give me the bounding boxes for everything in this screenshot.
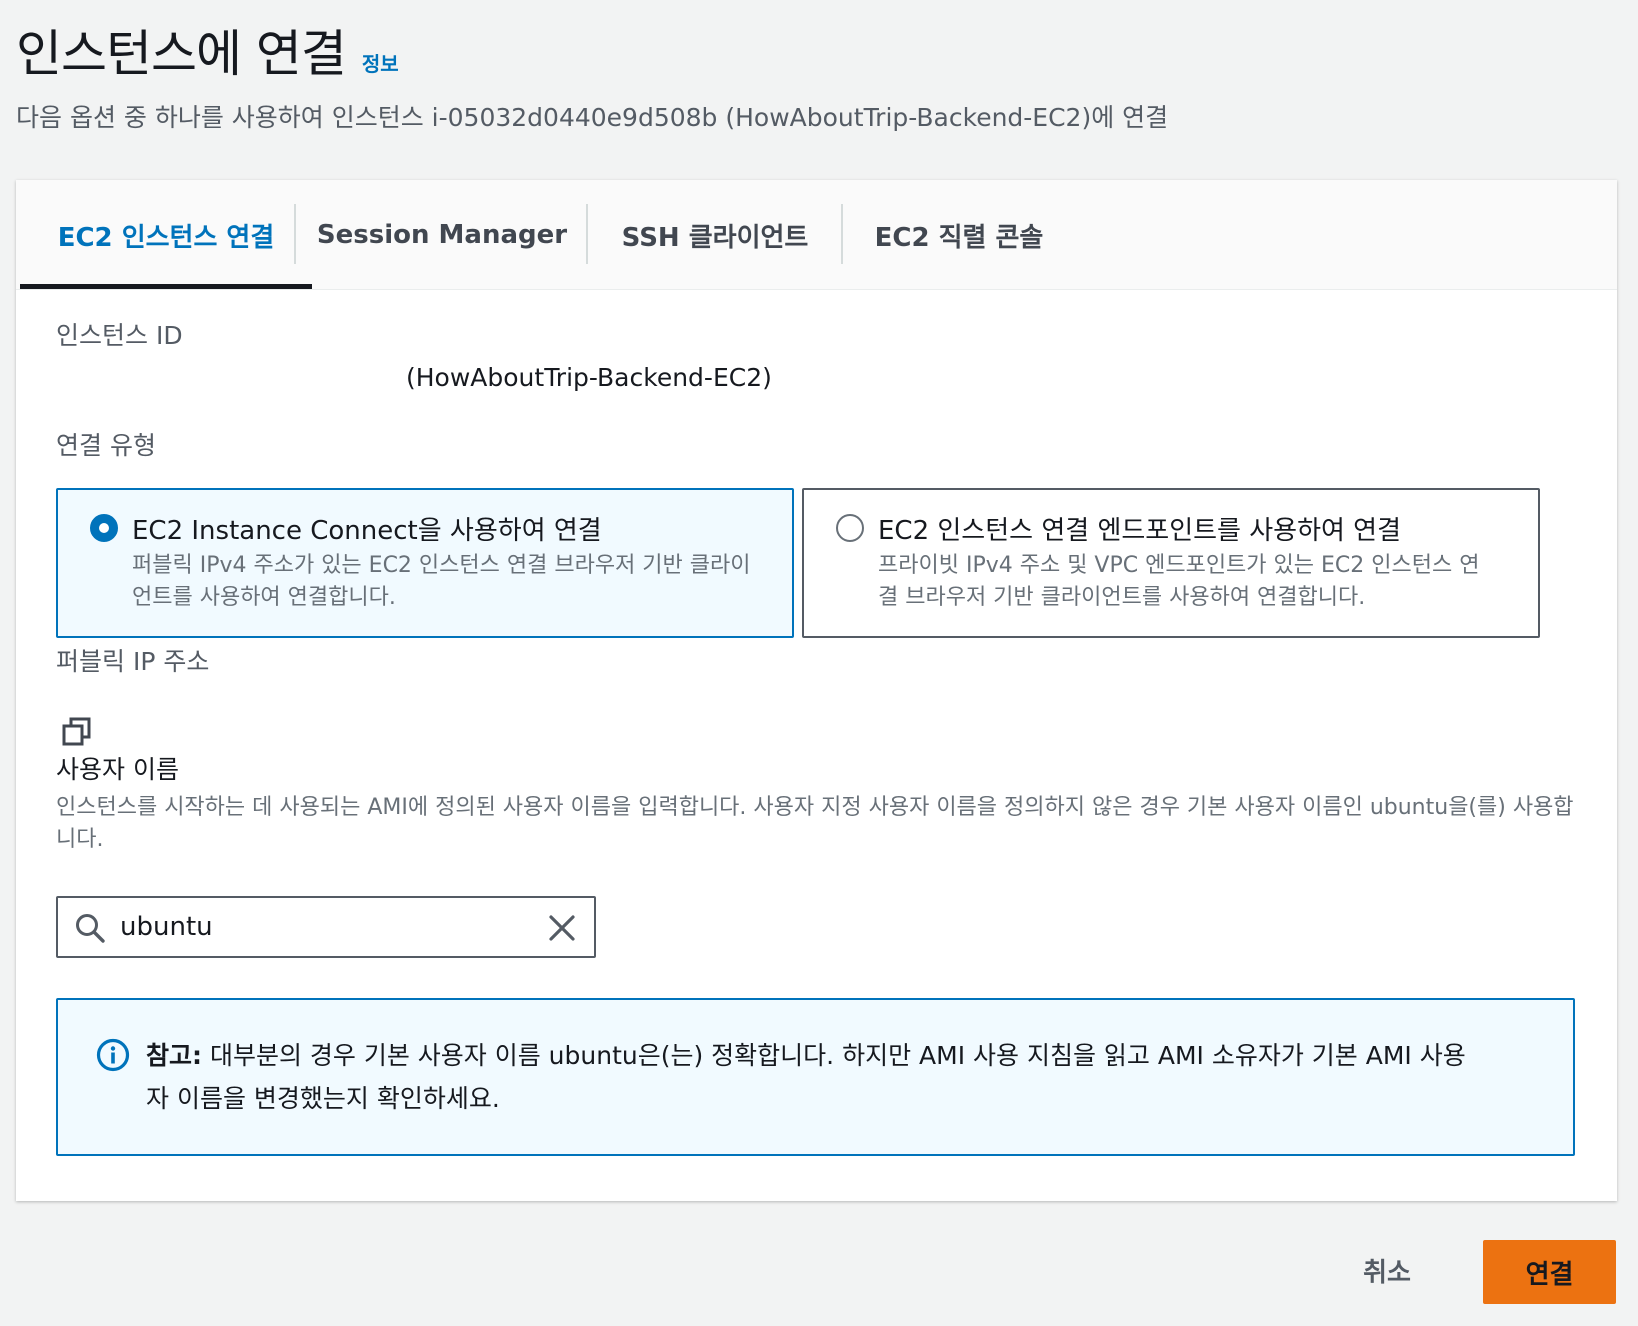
page-header: 인스턴스에 연결 정보 (16, 14, 399, 86)
username-label: 사용자 이름 (56, 755, 179, 784)
tab-bar: EC2 인스턴스 연결 Session Manager SSH 클라이언트 EC… (16, 180, 1617, 290)
close-icon[interactable] (548, 914, 576, 942)
instance-id-label: 인스턴스 ID (56, 321, 183, 350)
tab-ssh-client[interactable]: SSH 클라이언트 (588, 180, 842, 290)
option-title: EC2 Instance Connect을 사용하여 연결 (132, 516, 602, 546)
tab-divider (841, 204, 843, 264)
radio-button[interactable] (90, 514, 118, 542)
username-input[interactable] (120, 904, 520, 950)
cancel-button[interactable]: 취소 (1332, 1240, 1442, 1300)
connect-card: EC2 인스턴스 연결 Session Manager SSH 클라이언트 EC… (16, 180, 1617, 1201)
radio-button[interactable] (836, 514, 864, 542)
connect-button[interactable]: 연결 (1483, 1240, 1616, 1304)
search-icon (76, 914, 105, 943)
copy-icon[interactable] (60, 715, 94, 749)
page-subtitle: 다음 옵션 중 하나를 사용하여 인스턴스 i-05032d0440e9d508… (16, 103, 1169, 132)
tab-ec2-instance-connect[interactable]: EC2 인스턴스 연결 (20, 180, 312, 290)
page: 인스턴스에 연결 정보 다음 옵션 중 하나를 사용하여 인스턴스 i-0503… (0, 0, 1638, 1326)
tab-divider (294, 204, 296, 264)
info-link[interactable]: 정보 (362, 48, 399, 77)
alert-body: 대부분의 경우 기본 사용자 이름 ubuntu은(는) 정확합니다. 하지만 … (146, 1041, 1466, 1113)
connection-option-endpoint[interactable]: EC2 인스턴스 연결 엔드포인트를 사용하여 연결 프라이빗 IPv4 주소 … (802, 488, 1540, 638)
option-description: 퍼블릭 IPv4 주소가 있는 EC2 인스턴스 연결 브라우저 기반 클라이언… (132, 553, 751, 610)
active-tab-indicator (20, 284, 312, 289)
alert-strong: 참고: (146, 1041, 202, 1070)
username-input-wrapper[interactable] (56, 896, 596, 958)
info-icon (96, 1038, 130, 1072)
option-title: EC2 인스턴스 연결 엔드포인트를 사용하여 연결 (878, 516, 1402, 546)
connection-option-instance-connect[interactable]: EC2 Instance Connect을 사용하여 연결 퍼블릭 IPv4 주… (56, 488, 794, 638)
info-alert: 참고: 대부분의 경우 기본 사용자 이름 ubuntu은(는) 정확합니다. … (56, 998, 1575, 1156)
public-ip-label: 퍼블릭 IP 주소 (56, 647, 210, 676)
connection-type-label: 연결 유형 (56, 431, 156, 460)
username-help-text: 인스턴스를 시작하는 데 사용되는 AMI에 정의된 사용자 이름을 입력합니다… (56, 795, 1574, 852)
alert-text: 참고: 대부분의 경우 기본 사용자 이름 ubuntu은(는) 정확합니다. … (146, 1034, 1486, 1120)
tab-session-manager[interactable]: Session Manager (298, 180, 586, 290)
tab-ec2-serial-console[interactable]: EC2 직렬 콘솔 (844, 180, 1074, 290)
instance-id-value: (HowAboutTrip-Backend-EC2) (406, 363, 772, 392)
page-title: 인스턴스에 연결 (16, 25, 347, 83)
option-description: 프라이빗 IPv4 주소 및 VPC 엔드포인트가 있는 EC2 인스턴스 연결… (878, 553, 1480, 610)
